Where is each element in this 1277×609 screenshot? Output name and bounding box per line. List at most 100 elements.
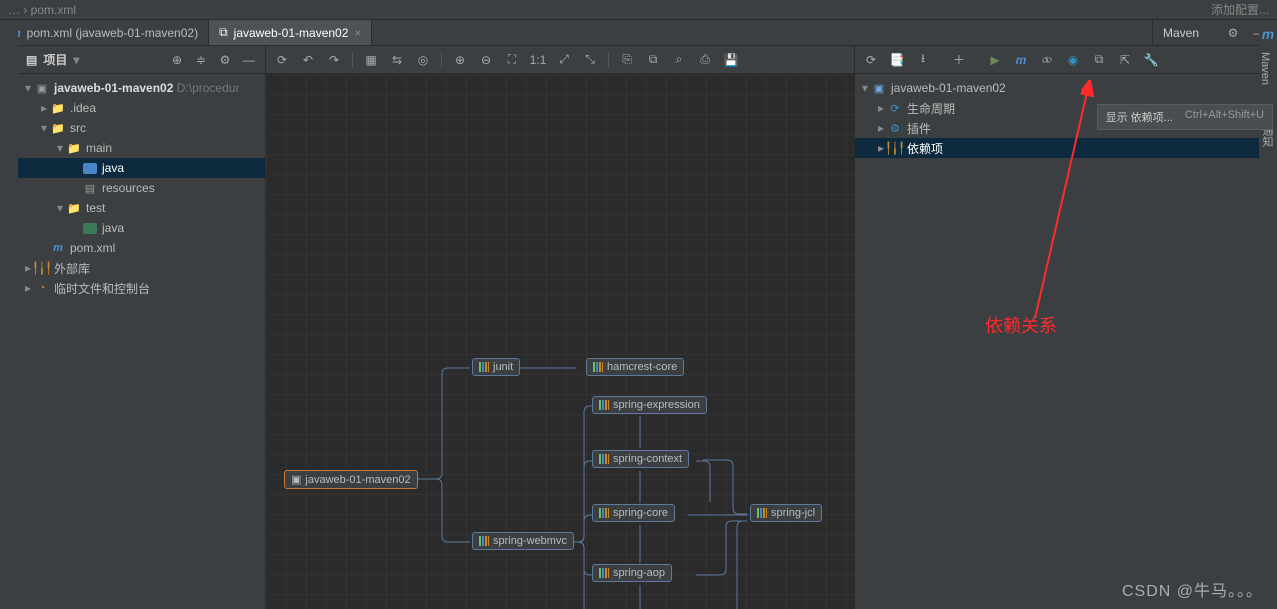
gear-icon[interactable]: ⚙ [217, 52, 233, 68]
fit-icon[interactable]: ⛶ [504, 52, 520, 68]
add-icon[interactable]: ＋ [951, 52, 967, 68]
diagram-icon: ⧉ [219, 25, 228, 40]
lib-icon [479, 536, 489, 546]
tree-label: 外部库 [54, 260, 90, 277]
diagram-editor: ⟳ ↶ ↷ ▦ ⇆ ◎ ⊕ ⊖ ⛶ 1:1 ⤢ ⤡ ⎘ ⧉ ⌕ ⎙ 💾 [266, 46, 854, 609]
tab-label: pom.xml (javaweb-01-maven02) [27, 26, 198, 40]
project-tree[interactable]: ▾▣javaweb-01-maven02 D:\procedur ▸📁.idea… [18, 74, 265, 609]
layout-icon[interactable]: ▦ [363, 52, 379, 68]
execute-maven-icon[interactable]: m [1013, 52, 1029, 68]
cycle-icon[interactable]: ◉ [1065, 52, 1081, 68]
toggle-skip-icon[interactable]: ⧞ [1039, 52, 1055, 68]
actual-icon[interactable]: 1:1 [530, 52, 546, 68]
hide-icon[interactable]: — [241, 52, 257, 68]
find-icon[interactable]: ⌕ [671, 52, 687, 68]
maven-tool-window: ⟳ 📑 ⭳ ＋ ▶ m ⧞ ◉ ⧉ ⇱ 🔧 ▾▣javaweb-01-maven… [854, 46, 1259, 609]
route-icon[interactable]: ⇆ [389, 52, 405, 68]
graph-node-webmvc[interactable]: spring-webmvc [472, 532, 574, 550]
scratch-icon: ◔ [34, 280, 50, 296]
breadcrumb: … › pom.xml [8, 3, 76, 17]
source-folder-icon [82, 160, 98, 176]
module-icon: ▣ [34, 80, 50, 96]
lib-icon [479, 362, 489, 372]
zoom-out-icon[interactable]: ⊖ [478, 52, 494, 68]
navigation-bar: … › pom.xml 添加配置... [0, 0, 1277, 20]
locate-icon[interactable]: ⊕ [169, 52, 185, 68]
graph-node-aop[interactable]: spring-aop [592, 564, 672, 582]
tooltip-shortcut: Ctrl+Alt+Shift+U [1185, 109, 1264, 125]
gear-icon[interactable]: ⚙ [1225, 25, 1241, 41]
refresh-icon[interactable]: ⟳ [274, 52, 290, 68]
maven-node-label: 插件 [907, 120, 931, 137]
resources-folder-icon: ▤ [82, 180, 98, 196]
show-deps-diagram-icon[interactable]: ⧉ [1091, 52, 1107, 68]
maven-stripe-icon[interactable]: m [1259, 26, 1277, 42]
lib-icon [757, 508, 767, 518]
tree-root-path: D:\procedur [177, 81, 240, 95]
print-icon[interactable]: ⎙ [697, 52, 713, 68]
right-stripe-maven-label[interactable]: Maven [1259, 52, 1271, 85]
graph-node-expr[interactable]: spring-expression [592, 396, 707, 414]
folder-icon: 📁 [50, 120, 66, 136]
undo-icon[interactable]: ↶ [300, 52, 316, 68]
graph-node-hamcrest[interactable]: hamcrest-core [586, 358, 684, 376]
tree-label: main [86, 141, 112, 155]
maven-module-icon: ▣ [871, 80, 887, 96]
collapse-icon[interactable]: ⇱ [1117, 52, 1133, 68]
settings-icon[interactable]: 🔧 [1143, 52, 1159, 68]
maven-node-label: 生命周期 [907, 100, 955, 117]
zoom-in-icon[interactable]: ⊕ [452, 52, 468, 68]
add-config-button[interactable]: 添加配置... [1211, 1, 1269, 18]
graph-node-root[interactable]: ▣javaweb-01-maven02 [284, 470, 418, 489]
maven-node-label: 依赖项 [907, 140, 943, 157]
tooltip-label: 显示 依赖项... [1106, 109, 1173, 125]
plugins-icon: ⚙ [887, 120, 903, 136]
run-icon[interactable]: ▶ [987, 52, 1003, 68]
maven-panel-title: Maven [1163, 26, 1199, 40]
graph-node-core[interactable]: spring-core [592, 504, 675, 522]
tree-label: test [86, 201, 105, 215]
dependency-graph[interactable]: ▣javaweb-01-maven02 junit hamcrest-core … [266, 74, 854, 609]
tree-label: java [102, 221, 124, 235]
expand-icon[interactable]: ≑ [193, 52, 209, 68]
reload-icon[interactable]: ⟳ [863, 52, 879, 68]
lib-icon [599, 568, 609, 578]
maven-file-icon: m [50, 240, 66, 256]
module-icon: ▣ [291, 473, 301, 486]
download-icon[interactable]: ⭳ [915, 52, 931, 68]
export-icon[interactable]: ⎘ [619, 52, 635, 68]
tree-label: pom.xml [70, 241, 115, 255]
lib-icon [599, 508, 609, 518]
tab-label: javaweb-01-maven02 [234, 26, 349, 40]
graph-node-jcl[interactable]: spring-jcl [750, 504, 822, 522]
left-tool-stripe[interactable] [0, 20, 18, 609]
dropdown-icon[interactable]: ▾ [73, 53, 79, 67]
maven-panel-tab[interactable]: Maven [1152, 20, 1215, 45]
maven-root-label: javaweb-01-maven02 [891, 81, 1006, 95]
expand-all-icon[interactable]: ⤢ [556, 52, 572, 68]
watermark: CSDN @牛马。。。 [1122, 577, 1263, 601]
tooltip: 显示 依赖项... Ctrl+Alt+Shift+U [1097, 104, 1273, 130]
project-panel-title: 项目 [43, 51, 67, 68]
generate-icon[interactable]: 📑 [889, 52, 905, 68]
save-icon[interactable]: 💾 [723, 52, 739, 68]
editor-tab-diagram[interactable]: ⧉ javaweb-01-maven02 × [209, 20, 372, 45]
lib-icon [593, 362, 603, 372]
tree-root-label: javaweb-01-maven02 [54, 81, 173, 95]
show-icon[interactable]: ◎ [415, 52, 431, 68]
lib-icon [599, 454, 609, 464]
collapse-all-icon[interactable]: ⤡ [582, 52, 598, 68]
project-icon: ▤ [26, 53, 37, 67]
project-tool-window: ▤ 项目 ▾ ⊕ ≑ ⚙ — ▾▣javaweb-01-maven02 D:\p… [18, 46, 266, 609]
folder-icon: 📁 [66, 200, 82, 216]
graph-node-ctx[interactable]: spring-context [592, 450, 689, 468]
tree-label: .idea [70, 101, 96, 115]
close-icon[interactable]: × [354, 26, 361, 40]
tree-label: src [70, 121, 86, 135]
lifecycle-icon: ⟳ [887, 100, 903, 116]
diagram-toolbar: ⟳ ↶ ↷ ▦ ⇆ ◎ ⊕ ⊖ ⛶ 1:1 ⤢ ⤡ ⎘ ⧉ ⌕ ⎙ 💾 [266, 46, 854, 74]
editor-tab-pom[interactable]: m pom.xml (javaweb-01-maven02) [0, 20, 209, 45]
graph-node-junit[interactable]: junit [472, 358, 520, 376]
copy-icon[interactable]: ⧉ [645, 52, 661, 68]
redo-icon[interactable]: ↷ [326, 52, 342, 68]
